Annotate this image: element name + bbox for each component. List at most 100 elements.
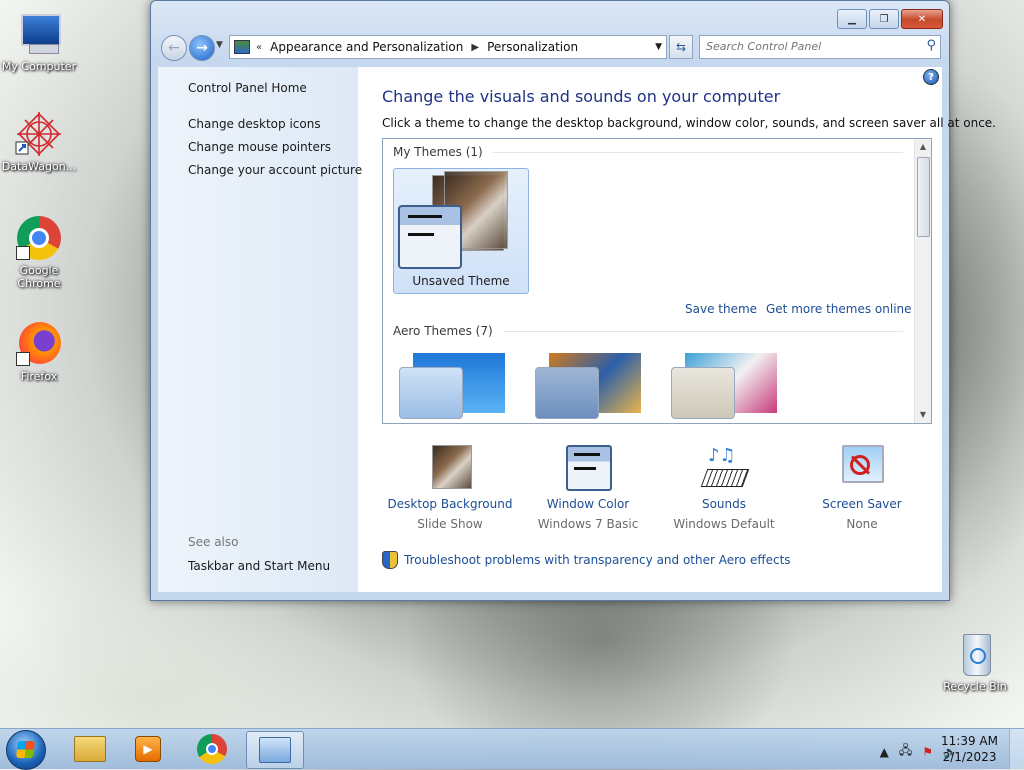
setting-name[interactable]: Sounds bbox=[659, 497, 789, 511]
setting-value: Windows Default bbox=[673, 517, 775, 531]
page-description: Click a theme to change the desktop back… bbox=[382, 116, 996, 130]
desktop-icon-firefox[interactable]: Firefox bbox=[1, 320, 77, 383]
save-theme-link[interactable]: Save theme bbox=[685, 302, 757, 316]
sidebar-link-desktop-icons[interactable]: Change desktop icons bbox=[188, 117, 321, 131]
window-color-preview bbox=[535, 367, 599, 419]
desktop-icon-label: Recycle Bin bbox=[943, 680, 1007, 693]
search-input[interactable] bbox=[700, 36, 917, 56]
theme-name: Unsaved Theme bbox=[412, 274, 510, 288]
help-icon[interactable]: ? bbox=[923, 69, 939, 85]
troubleshoot-link[interactable]: Troubleshoot problems with transparency … bbox=[382, 551, 791, 569]
themes-scrollbar[interactable]: ▲ ▼ bbox=[914, 139, 931, 423]
desktop-icon-label: Firefox bbox=[20, 370, 58, 383]
group-divider bbox=[492, 151, 903, 153]
window-color-preview bbox=[671, 367, 735, 419]
desktop-icon-google-chrome[interactable]: Google Chrome bbox=[1, 214, 77, 290]
desktop-icon-datawagon[interactable]: DataWagon... bbox=[1, 110, 77, 173]
setting-name[interactable]: Window Color bbox=[523, 497, 653, 511]
group-divider bbox=[502, 330, 903, 332]
sidebar-link-control-panel-home[interactable]: Control Panel Home bbox=[188, 81, 307, 95]
desktop-background-icon bbox=[426, 443, 474, 491]
taskbar-media-player[interactable]: ▶ bbox=[120, 731, 176, 767]
control-panel-icon bbox=[234, 40, 250, 54]
minimize-button[interactable]: ▁ bbox=[837, 9, 867, 29]
desktop-icon-label: DataWagon... bbox=[1, 160, 77, 173]
themes-list: My Themes (1) Unsaved Theme Save theme G… bbox=[382, 138, 932, 424]
theme-aero-architecture[interactable] bbox=[519, 339, 649, 423]
clock-date: 2/1/2023 bbox=[942, 750, 997, 764]
close-button[interactable]: ✕ bbox=[901, 9, 943, 29]
chrome-icon bbox=[15, 214, 63, 262]
arrow-left-icon: ← bbox=[168, 40, 180, 56]
forward-button[interactable]: → bbox=[189, 35, 215, 61]
control-panel-icon bbox=[259, 737, 291, 763]
sounds-setting[interactable]: ♪♫ Sounds Windows Default bbox=[659, 443, 789, 531]
recent-pages-dropdown[interactable]: ▼ bbox=[216, 40, 223, 50]
explorer-icon bbox=[74, 736, 106, 762]
restore-icon: ❐ bbox=[879, 13, 889, 25]
search-icon[interactable]: ⚲ bbox=[926, 38, 936, 53]
taskbar-chrome[interactable] bbox=[184, 731, 240, 767]
breadcrumb-separator-icon[interactable]: ▶ bbox=[471, 42, 479, 53]
setting-value: Slide Show bbox=[417, 517, 483, 531]
setting-value: None bbox=[846, 517, 878, 531]
troubleshoot-link-label[interactable]: Troubleshoot problems with transparency … bbox=[404, 553, 791, 567]
window-color-icon bbox=[564, 443, 612, 491]
search-box: ⚲ bbox=[699, 35, 941, 59]
main-panel: ? Change the visuals and sounds on your … bbox=[358, 67, 996, 592]
address-dropdown-icon[interactable]: ▼ bbox=[655, 42, 662, 52]
restore-button[interactable]: ❐ bbox=[869, 9, 899, 29]
recycle-bin-icon bbox=[951, 630, 999, 678]
breadcrumb-appearance[interactable]: Appearance and Personalization bbox=[270, 40, 463, 54]
windows-logo-icon bbox=[16, 741, 35, 758]
network-icon[interactable]: 🖧 bbox=[899, 741, 912, 762]
clock[interactable]: 11:39 AM 2/1/2023 bbox=[941, 733, 998, 765]
desktop-background-setting[interactable]: Desktop Background Slide Show bbox=[385, 443, 515, 531]
taskbar-explorer[interactable] bbox=[62, 731, 118, 767]
clock-time: 11:39 AM bbox=[941, 734, 998, 748]
sounds-icon: ♪♫ bbox=[700, 443, 750, 491]
sidebar-link-taskbar-start-menu[interactable]: Taskbar and Start Menu bbox=[188, 559, 330, 573]
desktop-icon-my-computer[interactable]: My Computer bbox=[1, 10, 77, 73]
shield-icon bbox=[382, 551, 398, 569]
theme-aero-windows7[interactable] bbox=[383, 339, 513, 423]
window-color-setting[interactable]: Window Color Windows 7 Basic bbox=[523, 443, 653, 531]
show-hidden-icons-icon[interactable]: ▲ bbox=[880, 745, 889, 759]
arrow-right-icon: → bbox=[196, 40, 208, 56]
address-bar[interactable]: « Appearance and Personalization ▶ Perso… bbox=[229, 35, 667, 59]
setting-name[interactable]: Desktop Background bbox=[385, 497, 515, 511]
more-themes-link[interactable]: Get more themes online bbox=[766, 302, 912, 316]
desktop-icon-label: My Computer bbox=[1, 60, 77, 73]
window-color-preview bbox=[399, 367, 463, 419]
show-desktop-button[interactable] bbox=[1009, 729, 1024, 769]
group-my-themes: My Themes (1) bbox=[393, 145, 903, 159]
scroll-down-icon[interactable]: ▼ bbox=[915, 407, 931, 423]
breadcrumb-personalization[interactable]: Personalization bbox=[487, 40, 578, 54]
scroll-thumb[interactable] bbox=[917, 157, 930, 237]
setting-name[interactable]: Screen Saver bbox=[797, 497, 927, 511]
sidebar-link-mouse-pointers[interactable]: Change mouse pointers bbox=[188, 140, 331, 154]
screen-saver-setting[interactable]: Screen Saver None bbox=[797, 443, 927, 531]
action-center-icon[interactable]: ⚑ bbox=[922, 745, 933, 759]
firefox-icon bbox=[15, 320, 63, 368]
datawagon-icon bbox=[15, 110, 63, 158]
sidebar-link-account-picture[interactable]: Change your account picture bbox=[188, 163, 362, 177]
window-controls: ▁ ❐ ✕ bbox=[837, 9, 943, 29]
theme-aero-characters[interactable] bbox=[655, 339, 785, 423]
refresh-button[interactable]: ⇆ bbox=[669, 35, 693, 59]
start-button[interactable] bbox=[6, 730, 46, 770]
computer-icon bbox=[15, 10, 63, 58]
desktop-icon-label: Google Chrome bbox=[17, 264, 61, 290]
theme-unsaved[interactable]: Unsaved Theme bbox=[393, 168, 529, 294]
taskbar-control-panel[interactable] bbox=[246, 731, 304, 769]
see-also-label: See also bbox=[188, 535, 239, 549]
desktop-icon-recycle-bin[interactable]: Recycle Bin bbox=[937, 630, 1013, 693]
setting-value: Windows 7 Basic bbox=[537, 517, 639, 531]
personalization-window: ▁ ❐ ✕ ← → ▼ « Appearance and Personaliza… bbox=[150, 0, 996, 601]
back-button[interactable]: ← bbox=[161, 35, 187, 61]
chevron-down-icon: ▼ bbox=[216, 40, 223, 50]
breadcrumb-overflow[interactable]: « bbox=[256, 42, 262, 53]
scroll-up-icon[interactable]: ▲ bbox=[915, 139, 931, 155]
close-icon: ✕ bbox=[917, 13, 927, 25]
chrome-icon bbox=[197, 734, 227, 764]
